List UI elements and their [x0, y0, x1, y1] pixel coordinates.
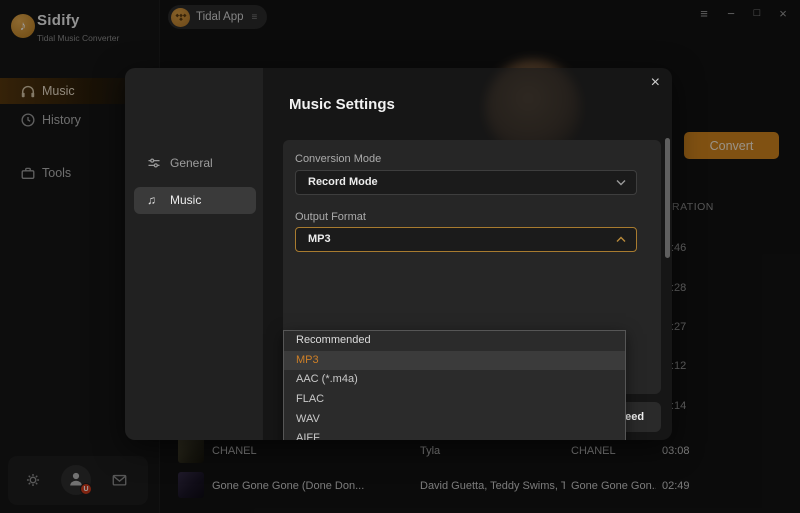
output-format-value: MP3	[308, 233, 331, 245]
settings-tab-music[interactable]: ♫ Music	[134, 187, 256, 214]
chevron-up-icon	[616, 236, 626, 244]
modal-title: Music Settings	[289, 96, 395, 113]
conversion-mode-label: Conversion Mode	[295, 153, 382, 165]
settings-modal: General ♫ Music × Music Settings Convers…	[125, 68, 672, 440]
dropdown-option-aac[interactable]: AAC (*.m4a)	[284, 370, 625, 390]
settings-nav: General ♫ Music	[125, 68, 263, 440]
output-format-label: Output Format	[295, 211, 366, 223]
modal-scrollbar-thumb[interactable]	[665, 138, 670, 258]
output-format-select[interactable]: MP3	[295, 227, 637, 252]
dropdown-option-flac[interactable]: FLAC	[284, 390, 625, 410]
dropdown-option-wav[interactable]: WAV	[284, 410, 625, 430]
settings-tab-label: Music	[170, 193, 202, 207]
dropdown-option-mp3[interactable]: MP3	[284, 350, 625, 371]
output-format-dropdown: Recommended MP3 AAC (*.m4a) FLAC WAV AIF…	[283, 330, 626, 440]
settings-tab-label: General	[170, 156, 213, 170]
settings-tab-general[interactable]: General	[134, 150, 256, 177]
conversion-mode-value: Record Mode	[308, 176, 378, 188]
dropdown-option-aiff[interactable]: AIFF	[284, 429, 625, 440]
sliders-icon	[147, 156, 161, 170]
close-icon[interactable]: ×	[651, 74, 660, 92]
dropdown-group-header: Recommended	[296, 334, 371, 346]
conversion-mode-select[interactable]: Record Mode	[295, 170, 637, 195]
app-window: ♪ Sidify Tidal Music Converter Music His…	[0, 0, 800, 513]
chevron-down-icon	[616, 179, 626, 187]
music-note-icon: ♫	[147, 193, 156, 207]
